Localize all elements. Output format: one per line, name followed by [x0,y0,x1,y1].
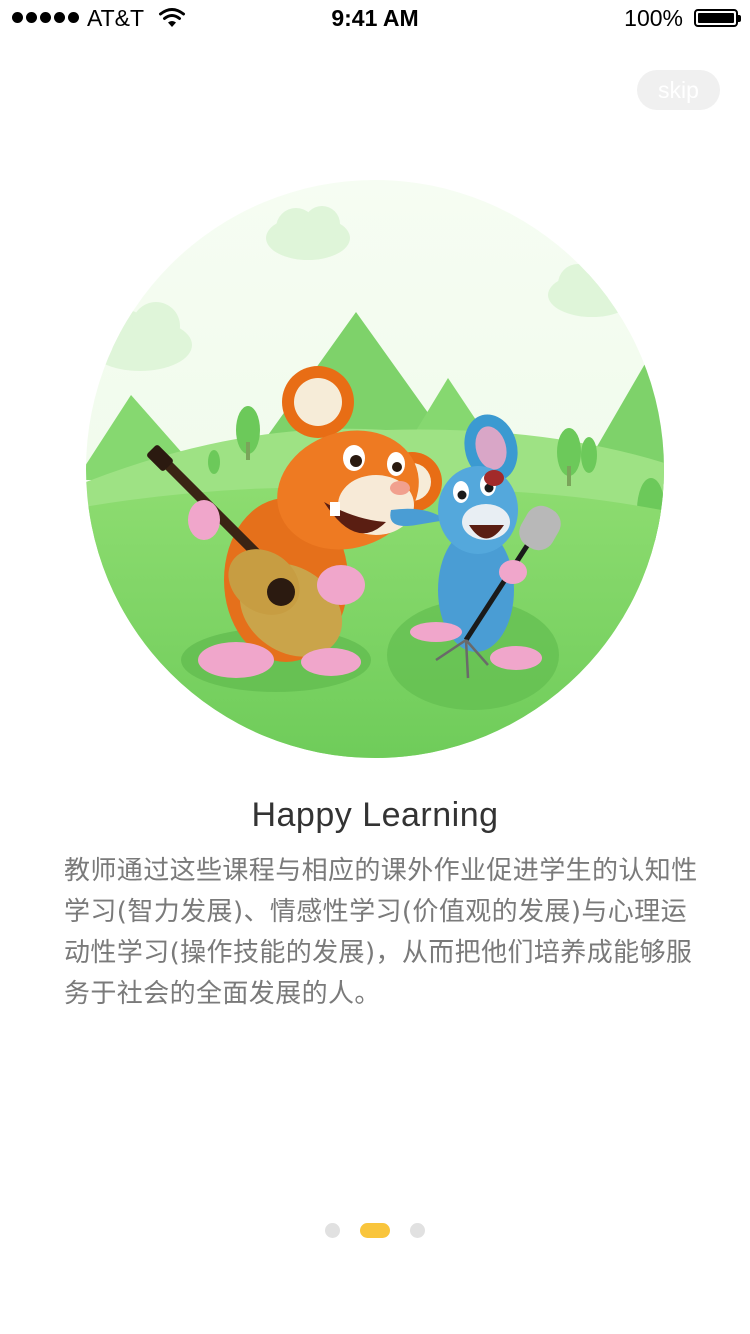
page-dot-1[interactable] [325,1222,340,1238]
battery-icon [694,9,741,27]
onboarding-illustration [86,180,664,758]
page-dot-3[interactable] [410,1222,425,1238]
page-indicator [0,1222,750,1238]
skip-button[interactable]: skip [637,70,720,110]
description-text: 教师通过这些课程与相应的课外作业促进学生的认知性学习(智力发展)、情感性学习(价… [64,856,698,1009]
page-dot-2-active[interactable] [360,1222,390,1238]
page-title: Happy Learning [251,796,499,834]
battery-percentage: 100% [624,5,683,31]
status-bar: AT&T 9:41 AM 100% [0,0,750,40]
